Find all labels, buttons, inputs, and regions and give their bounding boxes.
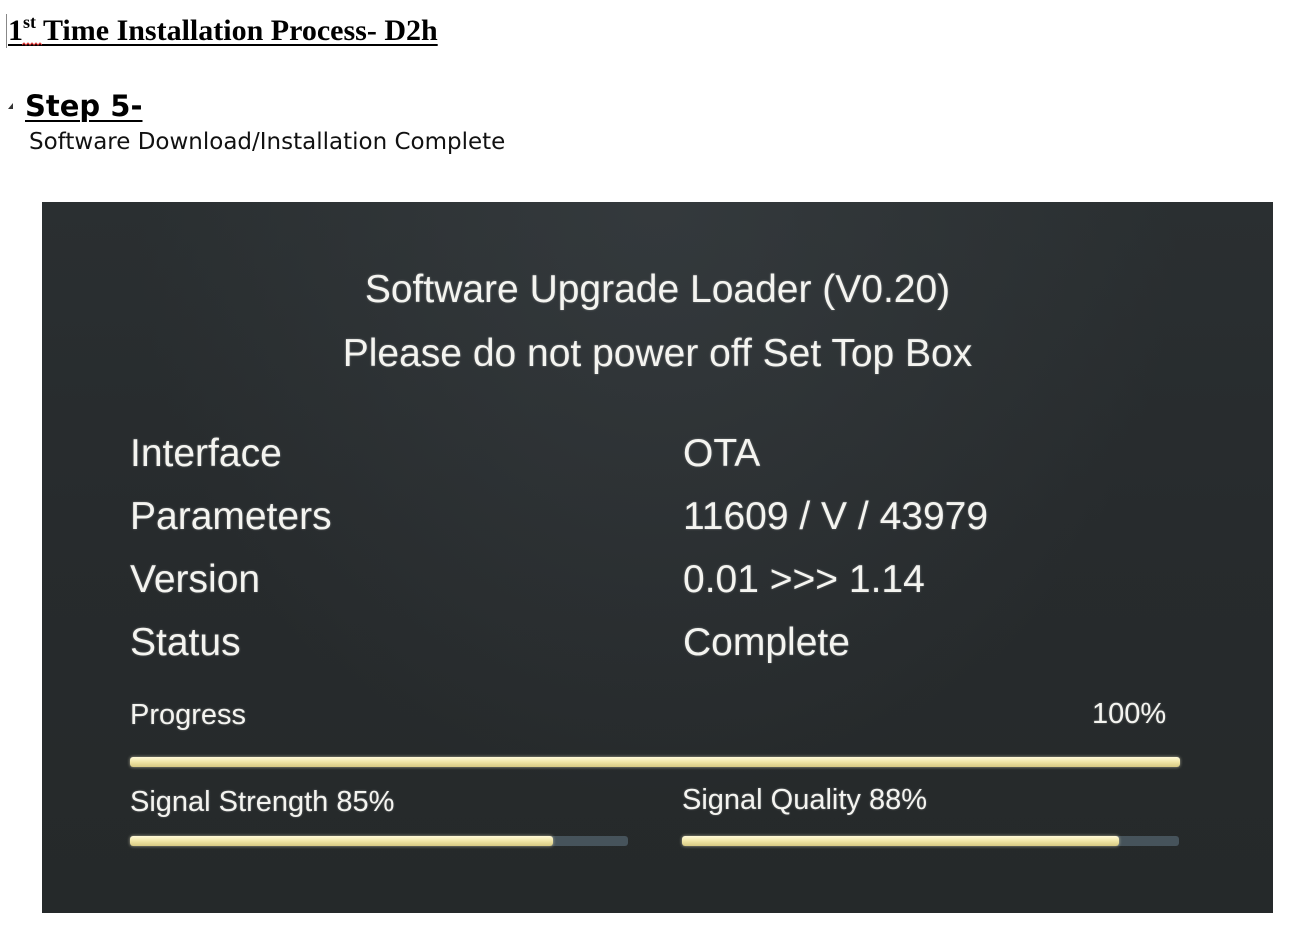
- progress-bar: [130, 757, 1180, 767]
- parameters-label: Parameters: [130, 495, 332, 538]
- set-top-box-screen-photo: Software Upgrade Loader (V0.20) Please d…: [42, 202, 1273, 913]
- version-label: Version: [130, 558, 261, 601]
- step-heading-row: Step 5-: [8, 86, 143, 126]
- signal-quality-bar: [682, 836, 1179, 846]
- loader-title: Software Upgrade Loader (V0.20): [364, 268, 951, 311]
- version-value: 0.01 >>> 1.14: [683, 558, 925, 601]
- parameters-value: 11609 / V / 43979: [683, 495, 989, 538]
- status-value: Complete: [683, 621, 850, 664]
- signal-strength-bar-fill: [130, 836, 554, 846]
- title-superscript: st: [23, 12, 36, 32]
- status-label: Status: [130, 621, 241, 664]
- collapse-triangle-icon[interactable]: [8, 103, 13, 109]
- interface-label: Interface: [130, 432, 282, 475]
- signal-quality-bar-fill: [682, 836, 1120, 846]
- signal-strength-bar: [130, 836, 628, 846]
- progress-label: Progress: [130, 699, 247, 731]
- step-description: Software Download/Installation Complete: [29, 129, 506, 155]
- text-cursor: [6, 14, 7, 48]
- power-warning: Please do not power off Set Top Box: [342, 332, 973, 375]
- title-prefix: 1: [8, 14, 23, 47]
- interface-value: OTA: [683, 432, 761, 475]
- document-page: 1st Time Installation Process- D2h Step …: [0, 0, 1301, 930]
- signal-quality-label: Signal Quality 88%: [682, 784, 928, 816]
- signal-strength-label: Signal Strength 85%: [130, 786, 395, 818]
- title-text: Time Installation Process- D2h: [36, 14, 438, 47]
- progress-percent: 100%: [1092, 698, 1167, 730]
- spellcheck-squiggle: [22, 42, 42, 46]
- step-heading: Step 5-: [25, 89, 143, 123]
- progress-bar-fill: [130, 757, 1180, 767]
- page-title: 1st Time Installation Process- D2h: [8, 12, 438, 53]
